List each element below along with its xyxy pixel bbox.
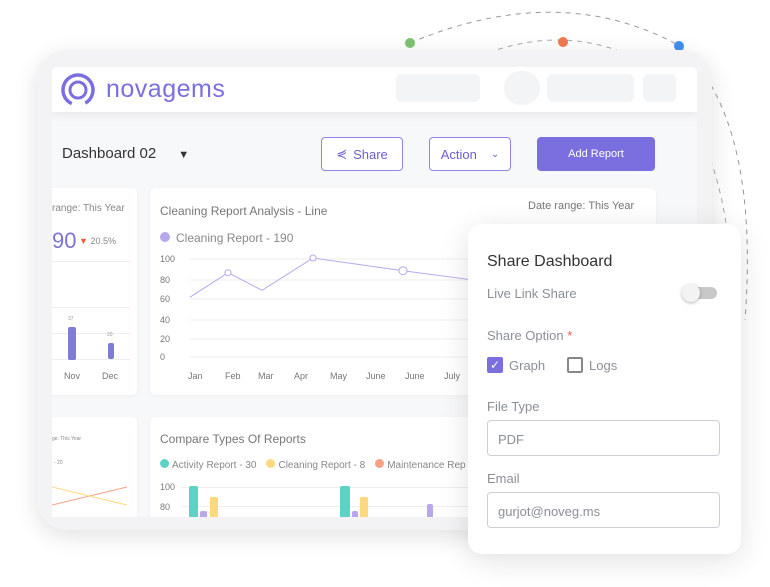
data-point [398, 266, 408, 276]
add-report-button[interactable]: Add Report [537, 137, 655, 171]
share-icon: ⋞ [336, 146, 348, 161]
change-percent: 20.5% [90, 236, 116, 246]
share-dashboard-panel: Share Dashboard Live Link Share Share Op… [468, 224, 741, 554]
placeholder-search [396, 74, 480, 102]
y-tick: 80 [160, 502, 171, 512]
live-link-label: Live Link Share [487, 286, 577, 301]
required-mark: * [567, 328, 573, 343]
x-tick: July [444, 371, 461, 381]
bar [427, 504, 433, 517]
legend-label: Activity Report - 30 [172, 460, 257, 471]
orange-dot [558, 37, 568, 47]
y-tick: 80 [160, 275, 170, 285]
checkbox-checked-icon: ✓ [487, 357, 503, 373]
total-value: 90 [52, 228, 77, 253]
legend-dot [266, 459, 276, 468]
action-dropdown[interactable]: Action ⌄ [429, 137, 511, 171]
legend-dot [160, 459, 169, 468]
live-link-toggle[interactable] [682, 284, 717, 302]
bar [340, 486, 350, 517]
x-tick: June [405, 371, 425, 381]
avatar[interactable] [504, 71, 540, 105]
x-tick: June [366, 371, 386, 381]
y-tick: 60 [160, 294, 170, 304]
y-tick: 20 [160, 334, 170, 344]
share-option-label: Share Option [487, 328, 564, 343]
bar [360, 497, 368, 517]
placeholder-user [547, 74, 634, 102]
legend-dot [375, 459, 385, 468]
option-label: Logs [589, 357, 618, 373]
legend-label: Cleaning Report - 8 [278, 460, 366, 471]
down-arrow-icon: ▼ [79, 236, 88, 246]
chevron-down-icon: ⌄ [490, 148, 500, 160]
legend: Activity Report - 30 Cleaning Report - 8 M… [160, 459, 466, 471]
y-tick: 40 [160, 315, 170, 325]
option-label: Graph [509, 357, 546, 373]
top-bar: novagems [52, 67, 697, 112]
dashboard-name: Dashboard 02 [62, 145, 157, 162]
email-label: Email [487, 471, 520, 486]
checkbox-logs[interactable]: Logs [567, 357, 617, 373]
panel-title: Share Dashboard [487, 253, 613, 270]
x-tick: May [330, 371, 348, 381]
action-label: Action [440, 146, 477, 162]
bar-label: 37 [68, 316, 74, 322]
legend-item: Cleaning Report - 8 [266, 459, 365, 471]
email-field[interactable]: gurjot@noveg.ms [487, 492, 720, 528]
checkbox-unchecked-icon [567, 357, 583, 373]
file-type-field[interactable]: PDF [487, 420, 720, 456]
x-tick: Feb [225, 371, 241, 381]
y-tick: 100 [160, 482, 176, 492]
share-button[interactable]: ⋞ Share [321, 137, 403, 171]
month-label: Nov [64, 371, 81, 381]
data-point [309, 254, 317, 262]
checkbox-graph[interactable]: ✓ Graph [487, 357, 545, 373]
summary-card: range: This Year 90 ▼ 20.5% 37 20 Nov De… [52, 188, 137, 395]
dashboard-selector[interactable]: Dashboard 02 ▼ [62, 145, 189, 162]
legend-label: - 20 [54, 460, 63, 466]
legend-label: Maintenance Rep [387, 460, 466, 471]
bar [200, 511, 207, 517]
x-tick: Apr [294, 371, 308, 381]
trend-card: ge: This Year - 20 [52, 417, 137, 517]
series-line [189, 257, 471, 298]
bar-nov [68, 327, 76, 360]
x-tick: Jan [188, 371, 203, 381]
share-label: Share [353, 146, 388, 162]
brand-name: novagems [106, 75, 226, 103]
month-label: Dec [102, 371, 119, 381]
trend-lines [52, 486, 128, 506]
bar [352, 511, 358, 517]
bar [210, 497, 218, 517]
x-tick: Mar [258, 371, 274, 381]
date-range: ge: This Year [52, 436, 82, 442]
file-type-label: File Type [487, 399, 540, 414]
card-title: Compare Types Of Reports [160, 432, 306, 446]
bar [189, 486, 198, 517]
date-range: range: This Year [52, 203, 125, 214]
bar-label: 20 [107, 332, 113, 338]
y-tick: 100 [160, 254, 175, 264]
y-tick: 0 [160, 352, 165, 362]
caret-down-icon: ▼ [178, 149, 190, 161]
placeholder-menu [643, 74, 676, 102]
legend-item: Activity Report - 30 [160, 459, 256, 471]
bar-dec [108, 343, 114, 359]
logo-icon [61, 73, 95, 107]
legend-item: Maintenance Rep [375, 459, 466, 471]
green-dot [405, 38, 415, 48]
data-point [224, 269, 232, 277]
